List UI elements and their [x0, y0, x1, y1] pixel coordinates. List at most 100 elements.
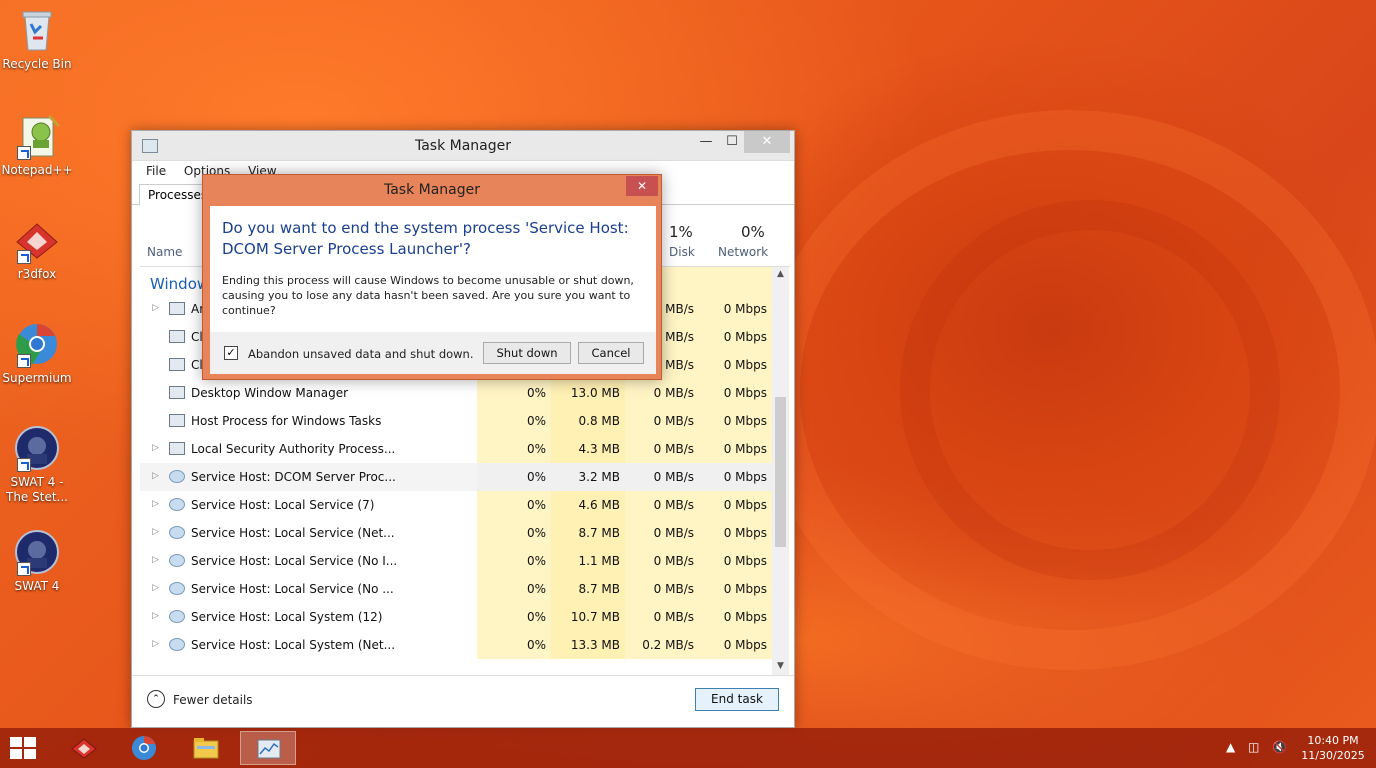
- footer: ⌃ Fewer details End task: [132, 675, 794, 727]
- taskbar-task-manager[interactable]: [240, 731, 296, 765]
- network-cell: 0 Mbps: [699, 407, 772, 435]
- chevron-up-icon[interactable]: ⌃: [147, 690, 165, 708]
- checkbox-label[interactable]: Abandon unsaved data and shut down.: [248, 347, 474, 361]
- taskbar: ▲ ◫ 🔇 10:40 PM 11/30/2025: [0, 728, 1376, 768]
- swat4-icon: [13, 424, 61, 472]
- expand-arrow-icon[interactable]: ▷: [152, 303, 160, 313]
- taskbar-file-explorer[interactable]: [178, 731, 234, 765]
- desktop-icon-notepadpp[interactable]: Notepad++: [0, 112, 74, 178]
- network-cell: 0 Mbps: [699, 575, 772, 603]
- process-name: Service Host: Local Service (Net...: [191, 526, 395, 540]
- process-icon: [169, 414, 185, 427]
- disk-cell: 0 MB/s: [625, 603, 699, 631]
- column-network[interactable]: Network: [718, 245, 768, 259]
- expand-arrow-icon[interactable]: ▷: [152, 443, 160, 453]
- close-button[interactable]: ✕: [744, 131, 790, 153]
- volume-muted-icon[interactable]: 🔇: [1272, 740, 1287, 754]
- scrollbar[interactable]: ▲ ▼: [772, 267, 789, 675]
- expand-arrow-icon[interactable]: ▷: [152, 611, 160, 621]
- column-name[interactable]: Name: [147, 245, 182, 259]
- scroll-thumb[interactable]: [775, 397, 786, 547]
- dialog-close-button[interactable]: ✕: [626, 176, 658, 196]
- column-disk[interactable]: Disk: [669, 245, 695, 259]
- shortcut-arrow-icon: [17, 562, 31, 576]
- scroll-up-icon[interactable]: ▲: [775, 269, 786, 279]
- shut-down-button[interactable]: Shut down: [483, 342, 571, 364]
- taskbar-supermium[interactable]: [116, 731, 172, 765]
- network-icon[interactable]: ◫: [1248, 740, 1259, 754]
- network-cell: 0 Mbps: [699, 379, 772, 407]
- desktop-icon-r3dfox[interactable]: r3dfox: [0, 216, 74, 282]
- memory-cell: 8.7 MB: [551, 519, 625, 547]
- table-row[interactable]: ▷ Local Security Authority Process... 0% 4.…: [140, 435, 772, 463]
- network-cell: 0 Mbps: [699, 351, 772, 379]
- expand-arrow-icon[interactable]: ▷: [152, 527, 160, 537]
- supermium-icon: [132, 736, 156, 760]
- table-row[interactable]: ▷ Service Host: DCOM Server Proc... 0% 3.2 …: [140, 463, 772, 491]
- disk-cell: 0.2 MB/s: [625, 631, 699, 659]
- start-button[interactable]: [10, 737, 36, 759]
- process-name: Cl: [191, 358, 203, 372]
- memory-cell: 4.6 MB: [551, 491, 625, 519]
- desktop-icon-swat4[interactable]: SWAT 4: [0, 528, 74, 594]
- memory-cell: 13.0 MB: [551, 379, 625, 407]
- desktop-icon-label: Supermium: [2, 371, 72, 385]
- desktop-icon-supermium[interactable]: Supermium: [0, 320, 74, 386]
- process-name: Local Security Authority Process...: [191, 442, 396, 456]
- minimize-button[interactable]: —: [692, 131, 720, 153]
- gear-icon: [169, 470, 185, 483]
- clock-time: 10:40 PM: [1307, 734, 1359, 747]
- desktop-icon-label: Recycle Bin: [2, 57, 72, 71]
- disk-cell: 0 MB/s: [625, 463, 699, 491]
- expand-arrow-icon[interactable]: ▷: [152, 583, 160, 593]
- desktop-icon-label: Notepad++: [1, 163, 73, 177]
- disk-cell: 0 MB/s: [625, 547, 699, 575]
- cancel-button[interactable]: Cancel: [578, 342, 644, 364]
- process-icon: [169, 302, 185, 315]
- dialog-footer: ✓ Abandon unsaved data and shut down. Sh…: [210, 332, 656, 374]
- show-hidden-icons[interactable]: ▲: [1226, 740, 1235, 754]
- clock[interactable]: 10:40 PM 11/30/2025: [1300, 733, 1366, 763]
- desktop-icon-recycle-bin[interactable]: Recycle Bin: [0, 6, 74, 72]
- expand-arrow-icon[interactable]: ▷: [152, 555, 160, 565]
- network-cell: 0 Mbps: [699, 603, 772, 631]
- process-icon: [169, 442, 185, 455]
- cpu-cell: 0%: [477, 463, 551, 491]
- task-manager-icon: [257, 739, 281, 759]
- end-task-button[interactable]: End task: [695, 688, 779, 711]
- table-row[interactable]: ▷ Service Host: Local Service (Net... 0% 8.…: [140, 519, 772, 547]
- fewer-details-link[interactable]: Fewer details: [173, 693, 253, 707]
- table-row[interactable]: ▷ Service Host: Local Service (7) 0% 4.6 MB…: [140, 491, 772, 519]
- taskbar-r3dfox[interactable]: [56, 731, 112, 765]
- r3dfox-icon: [71, 738, 97, 759]
- process-name: Service Host: DCOM Server Proc...: [191, 470, 396, 484]
- abandon-data-checkbox[interactable]: ✓: [224, 346, 238, 360]
- desktop-icon-swat4-stetchkov[interactable]: SWAT 4 - The Stet...: [0, 424, 74, 505]
- table-row[interactable]: ▷ Service Host: Local Service (No ... 0% 8.…: [140, 575, 772, 603]
- process-name: Service Host: Local System (12): [191, 610, 383, 624]
- memory-cell: 10.7 MB: [551, 603, 625, 631]
- memory-cell: 1.1 MB: [551, 547, 625, 575]
- notepadpp-icon: [13, 112, 61, 160]
- table-row[interactable]: ▷ Service Host: Local Service (No I... 0% 1…: [140, 547, 772, 575]
- expand-arrow-icon[interactable]: ▷: [152, 639, 160, 649]
- menu-file[interactable]: File: [146, 164, 166, 178]
- title-bar[interactable]: Task Manager — ☐ ✕: [132, 131, 794, 161]
- scroll-down-icon[interactable]: ▼: [775, 661, 786, 671]
- expand-arrow-icon[interactable]: ▷: [152, 471, 160, 481]
- recycle-bin-icon: [13, 6, 61, 54]
- disk-cell: 0 MB/s: [625, 519, 699, 547]
- expand-arrow-icon[interactable]: ▷: [152, 499, 160, 509]
- folder-icon: [193, 738, 219, 759]
- table-row[interactable]: ▷ Service Host: Local System (12) 0% 10.7 M…: [140, 603, 772, 631]
- table-row[interactable]: ▷ Service Host: Local System (Net... 0% 13.…: [140, 631, 772, 659]
- network-cell: 0 Mbps: [699, 463, 772, 491]
- process-name: Service Host: Local Service (No I...: [191, 554, 398, 568]
- dialog-body: Do you want to end the system process 'S…: [210, 206, 656, 374]
- table-row[interactable]: Desktop Window Manager 0% 13.0 MB 0 MB/s 0 M…: [140, 379, 772, 407]
- dialog-title: Task Manager: [383, 182, 481, 198]
- network-cell: 0 Mbps: [699, 491, 772, 519]
- process-name: Host Process for Windows Tasks: [191, 414, 382, 428]
- maximize-button[interactable]: ☐: [718, 131, 746, 153]
- table-row[interactable]: Host Process for Windows Tasks 0% 0.8 MB 0 …: [140, 407, 772, 435]
